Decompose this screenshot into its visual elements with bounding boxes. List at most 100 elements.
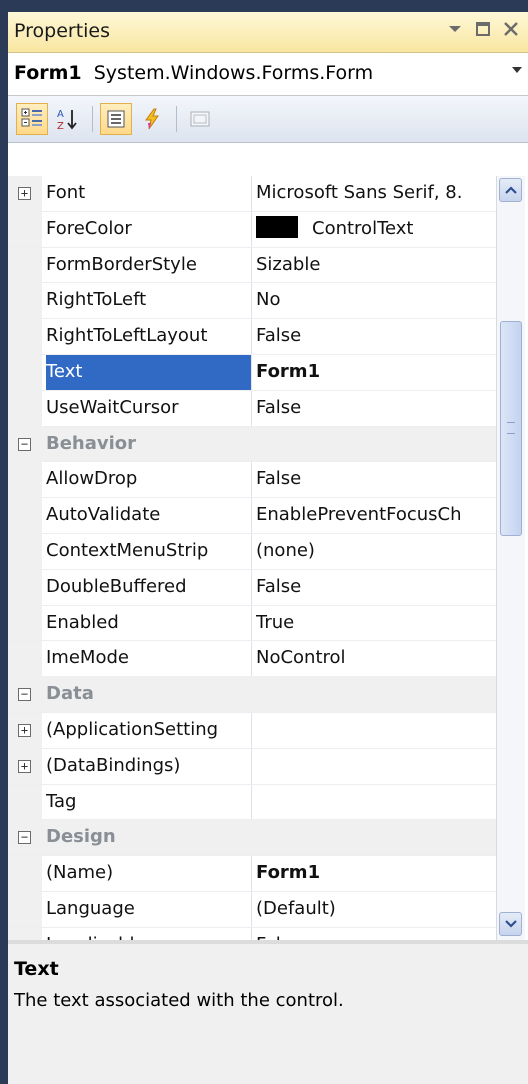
scroll-up-icon[interactable] [499,178,522,202]
property-row[interactable]: DoubleBuffered False [8,569,496,606]
pin-dropdown-icon[interactable] [444,16,466,42]
property-name[interactable]: ImeMode [46,641,252,677]
object-name: Form1 [14,62,82,84]
property-row[interactable]: Text Form1 [8,354,496,391]
row-margin [8,354,42,390]
collapse-icon[interactable]: − [18,437,31,451]
property-value[interactable]: Form1 [256,856,496,891]
svg-text:A: A [57,109,64,120]
object-selector-label: Form1 System.Windows.Forms.Form [14,62,373,84]
category-row[interactable]: − Data [8,677,496,713]
property-name[interactable]: AllowDrop [46,462,252,498]
property-value[interactable]: NoControl [256,641,496,676]
property-value[interactable]: No [256,283,496,318]
row-margin [8,498,42,533]
property-name[interactable]: FormBorderStyle [46,247,252,283]
object-selector[interactable]: Form1 System.Windows.Forms.Form [8,53,528,96]
maximize-icon[interactable] [472,16,494,42]
category-label[interactable]: Behavior [46,427,486,462]
property-row[interactable]: AutoValidate EnablePreventFocusCh [8,498,496,534]
property-name[interactable]: AutoValidate [46,498,252,533]
property-value[interactable] [256,713,496,748]
property-value[interactable]: False [256,391,496,426]
property-value[interactable]: ControlText [256,212,496,247]
property-name[interactable]: (ApplicationSetting [46,712,252,748]
row-margin [8,784,42,820]
grip-icon [507,422,515,434]
property-row[interactable]: ImeMode NoControl [8,641,496,678]
property-value-text: False [256,325,302,347]
property-name[interactable]: RightToLeftLayout [46,319,252,354]
categorized-icon[interactable] [16,103,48,135]
property-name[interactable]: UseWaitCursor [46,390,252,426]
property-value-text: True [256,611,295,633]
property-value[interactable]: False [256,319,496,354]
property-value[interactable] [256,749,496,784]
close-icon[interactable] [500,16,522,42]
category-label[interactable]: Design [46,820,486,855]
property-row[interactable]: RightToLeft No [8,283,496,320]
property-name[interactable]: ForeColor [46,211,252,247]
property-value[interactable]: False [256,570,496,605]
property-value-text: (none) [256,539,315,561]
row-margin [8,856,42,891]
row-margin [8,462,42,498]
window-title: Properties [14,20,111,42]
category-row[interactable]: − Behavior [8,426,496,463]
property-value[interactable]: Microsoft Sans Serif, 8. [256,176,496,211]
property-row[interactable]: Enabled True [8,605,496,642]
property-value[interactable]: False [256,462,496,497]
property-row[interactable]: + (ApplicationSetting [8,712,496,749]
property-row[interactable]: + (DataBindings) [8,748,496,785]
property-value-text: False [256,468,302,490]
property-row[interactable]: ContextMenuStrip (none) [8,533,496,570]
scrollbar-thumb[interactable] [500,321,522,536]
expand-icon[interactable]: + [18,759,31,773]
property-value[interactable]: True [256,606,496,641]
scroll-down-icon[interactable] [499,912,522,936]
property-name[interactable]: Font [46,176,252,211]
property-name[interactable]: (DataBindings) [46,748,252,784]
property-row[interactable]: ForeColor ControlText [8,211,496,248]
property-value[interactable]: Sizable [256,248,496,283]
collapse-icon[interactable]: − [18,831,31,845]
alphabetical-icon[interactable]: A Z [52,103,84,135]
row-margin [8,211,42,247]
property-value[interactable]: Form1 [256,355,496,390]
property-value[interactable]: (Default) [256,892,496,927]
property-row[interactable]: RightToLeftLayout False [8,319,496,355]
property-name[interactable]: (Name) [46,856,252,891]
property-row[interactable]: UseWaitCursor False [8,390,496,427]
expand-icon[interactable]: + [18,187,31,200]
property-value[interactable]: EnablePreventFocusCh [256,498,496,533]
property-name[interactable]: DoubleBuffered [46,569,252,605]
expand-icon[interactable]: + [18,723,31,737]
title-bar[interactable]: Properties [8,12,528,53]
property-name[interactable]: RightToLeft [46,283,252,319]
property-value[interactable] [256,785,496,820]
property-name[interactable]: Language [46,891,252,927]
property-row[interactable]: Tag [8,784,496,821]
property-row[interactable]: (Name) Form1 [8,856,496,892]
color-swatch [256,215,298,238]
property-row[interactable]: + Font Microsoft Sans Serif, 8. [8,176,496,212]
collapse-icon[interactable]: − [18,688,31,702]
property-value-text: (Default) [256,897,336,919]
property-row[interactable]: Language (Default) [8,891,496,928]
chevron-down-icon[interactable] [512,67,522,73]
property-name[interactable]: Tag [46,784,252,820]
property-name[interactable]: ContextMenuStrip [46,533,252,569]
events-icon[interactable] [136,103,168,135]
property-row[interactable]: AllowDrop False [8,462,496,499]
property-value[interactable]: (none) [256,534,496,569]
property-row[interactable]: FormBorderStyle Sizable [8,247,496,284]
property-name[interactable]: Text [46,354,252,390]
category-row[interactable]: − Design [8,820,496,857]
description-text: The text associated with the control. [14,990,344,1011]
vertical-scrollbar[interactable] [496,176,525,940]
properties-icon[interactable] [100,103,132,135]
row-margin [8,247,42,283]
category-label[interactable]: Data [46,677,486,712]
property-name[interactable]: Enabled [46,605,252,641]
row-margin [8,605,42,641]
